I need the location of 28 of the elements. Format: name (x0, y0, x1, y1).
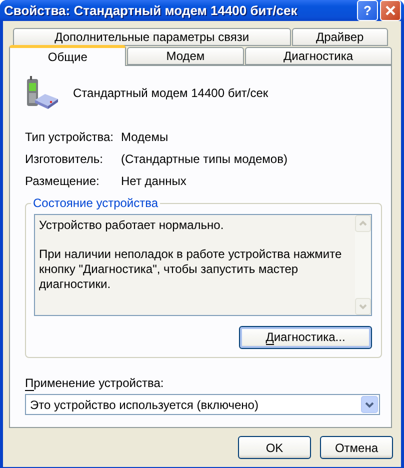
property-label: Размещение: (25, 174, 100, 188)
scroll-up-icon[interactable] (355, 215, 371, 232)
tab[interactable]: Модем (127, 47, 244, 65)
property-value: Модемы (121, 130, 170, 144)
scroll-down-icon[interactable] (355, 298, 371, 315)
status-message: Устройство работает нормально. (39, 218, 225, 233)
status-message: При наличии неполадок в работе устройства нажмите кнопку "Диагностика", чтобы запустить мастер диагностики. (39, 247, 343, 292)
tab[interactable]: Диагностика (244, 47, 392, 65)
group-title: Состояние устройства (32, 196, 160, 210)
usage-dropdown[interactable]: Это устройство используется (включено) (25, 394, 380, 415)
usage-label: Применение устройства: (25, 376, 165, 391)
tab[interactable]: Драйвер (292, 28, 388, 46)
dialog-button[interactable]: OK (238, 436, 311, 459)
property-label: Изготовитель: (25, 152, 104, 166)
property-value: (Стандартные типы модемов) (121, 152, 288, 166)
diagnostics-button[interactable]: Диагностика... (239, 326, 372, 349)
close-icon (385, 5, 396, 16)
phone-and-modem-icon (25, 76, 59, 110)
close-button[interactable] (380, 0, 401, 21)
dialog-button[interactable]: Отмена (320, 436, 393, 459)
tab[interactable]: Общие (9, 45, 126, 66)
device-name: Стандартный модем 14400 бит/сек (73, 86, 268, 100)
property-label: Тип устройства: (25, 130, 114, 144)
tab[interactable]: Дополнительные параметры связи (13, 28, 291, 46)
window-title: Свойства: Стандартный модем 14400 бит/сек (4, 3, 298, 18)
scroll-bar[interactable] (355, 215, 371, 315)
help-button[interactable]: ? (357, 0, 378, 21)
property-value: Нет данных (121, 174, 188, 188)
